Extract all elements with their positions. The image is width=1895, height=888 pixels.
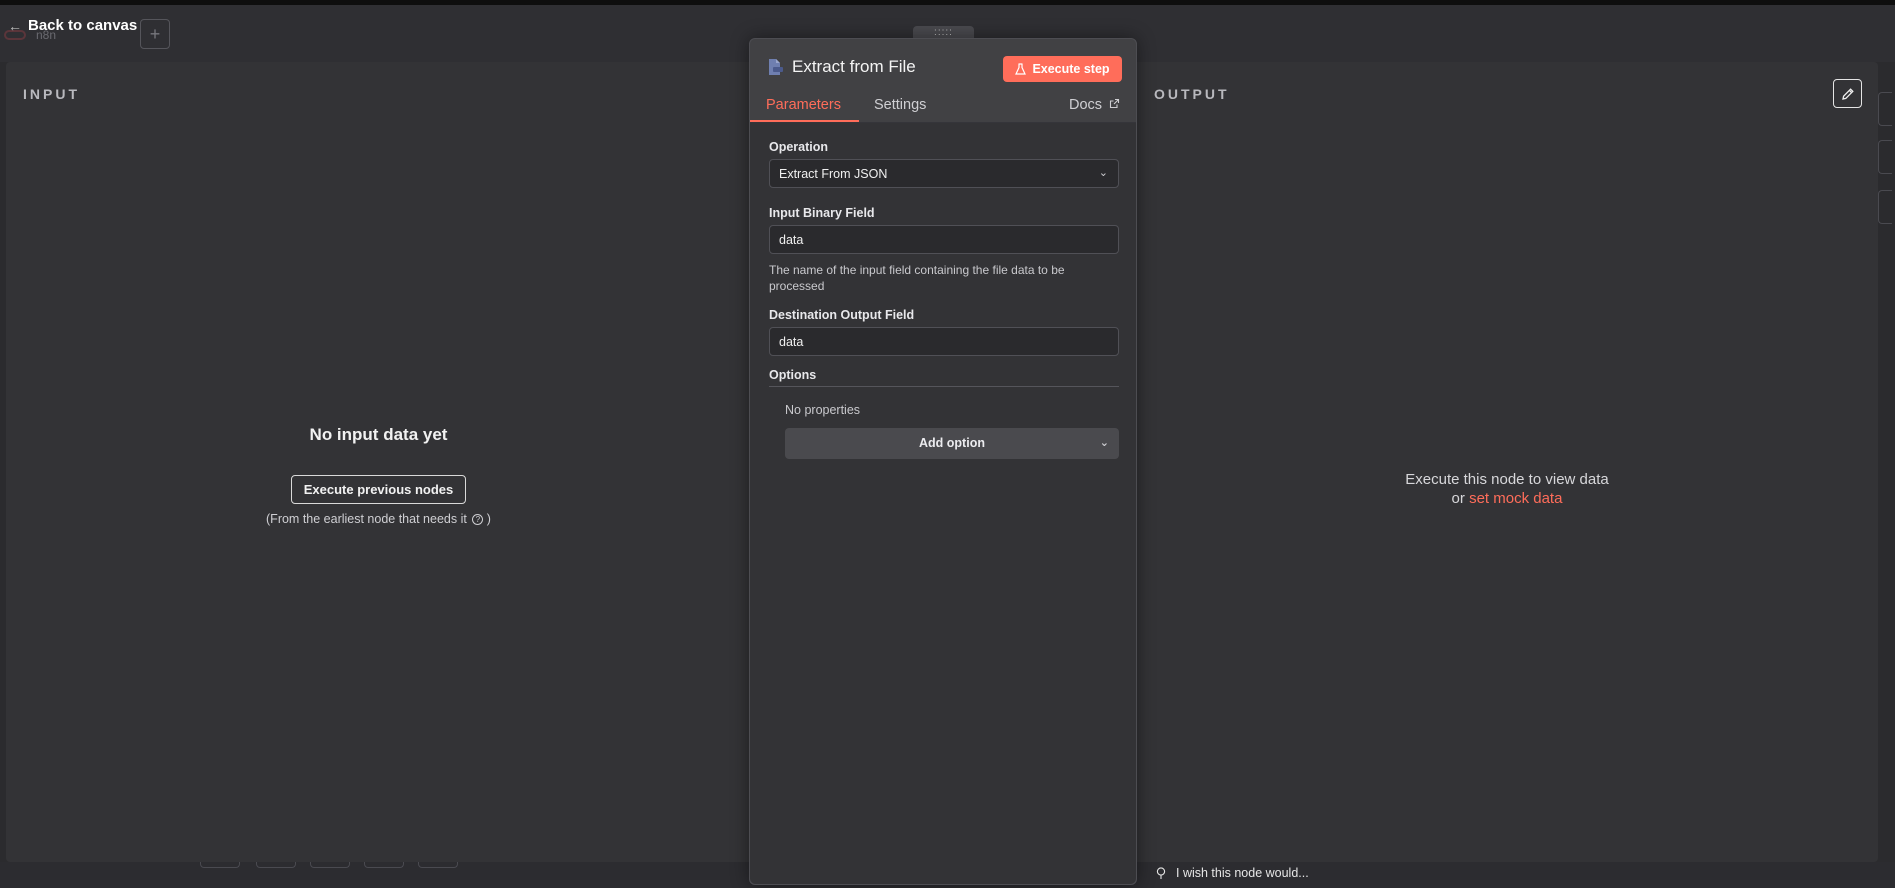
background-side-button [1878,190,1892,224]
tab-settings[interactable]: Settings [874,97,926,113]
operation-label: Operation [769,140,829,154]
execute-previous-nodes-button[interactable]: Execute previous nodes [290,475,467,504]
parameters-body: Operation Extract From JSON ⌄ Input Bina… [750,123,1136,884]
flask-icon [1015,63,1027,75]
back-to-canvas-button[interactable]: ← Back to canvas [8,17,137,34]
execute-step-button[interactable]: Execute step [1003,56,1122,82]
input-binary-field[interactable]: data [769,225,1119,254]
file-extract-icon [769,59,783,75]
input-hint-text: (From the earliest node that needs it [266,512,467,526]
pencil-icon [1841,87,1854,100]
node-header: Extract from File [766,57,916,77]
options-label: Options [769,368,817,382]
add-option-label: Add option [919,436,985,450]
dest-field-value: data [779,335,804,349]
lightbulb-icon [1156,866,1166,879]
external-link-icon [1110,98,1120,109]
node-tabs: Parameters Settings Docs [750,93,1136,123]
chevron-down-icon: ⌄ [1098,167,1108,179]
binary-field-value: data [779,233,804,247]
input-heading: INPUT [23,86,80,102]
add-option-button[interactable]: Add option ⌄ [785,428,1119,459]
no-properties-text: No properties [785,403,861,417]
binary-field-hint: The name of the input field containing t… [769,263,1065,293]
operation-select[interactable]: Extract From JSON ⌄ [769,159,1119,188]
chevron-down-icon: ⌄ [1099,437,1109,449]
set-mock-data-link[interactable]: set mock data [1469,490,1562,507]
background-side-button [1878,140,1892,174]
question-icon[interactable]: ? [472,514,484,525]
node-title[interactable]: Extract from File [792,57,916,77]
execute-previous-wrapper: Execute previous nodes [6,475,751,504]
docs-label: Docs [1069,97,1103,113]
input-hint-suffix: ) [486,512,491,526]
operation-value: Extract From JSON [779,167,888,181]
arrow-left-icon: ← [8,17,22,34]
back-to-canvas-label: Back to canvas [28,17,138,34]
execute-step-label: Execute step [1032,62,1110,76]
input-hint: (From the earliest node that needs it ? … [6,512,751,526]
output-heading: OUTPUT [1154,86,1230,102]
tab-docs[interactable]: Docs [1069,97,1120,113]
tab-parameters[interactable]: Parameters [766,97,841,113]
add-tab-button[interactable]: + [140,19,170,49]
active-tab-indicator [750,120,859,122]
output-or-text: or [1451,490,1465,507]
input-panel: INPUT No input data yet Execute previous… [6,62,751,862]
node-settings-panel: Extract from File Execute step Parameter… [749,38,1137,885]
output-empty-state: Execute this node to view data or set mo… [1136,470,1878,508]
output-empty-line: Execute this node to view data [1405,471,1609,488]
input-empty-state: No input data yet [6,425,751,445]
background-side-button [1878,92,1892,126]
output-panel: OUTPUT Execute this node to view data or… [1136,62,1878,862]
feedback-label: I wish this node would... [1176,866,1309,880]
no-input-title: No input data yet [309,425,448,444]
destination-output-field[interactable]: data [769,327,1119,356]
dest-field-label: Destination Output Field [769,308,915,322]
edit-output-button[interactable] [1833,79,1862,108]
feedback-link[interactable]: I wish this node would... [1156,866,1309,880]
options-divider [769,386,1119,387]
binary-field-label: Input Binary Field [769,206,875,220]
